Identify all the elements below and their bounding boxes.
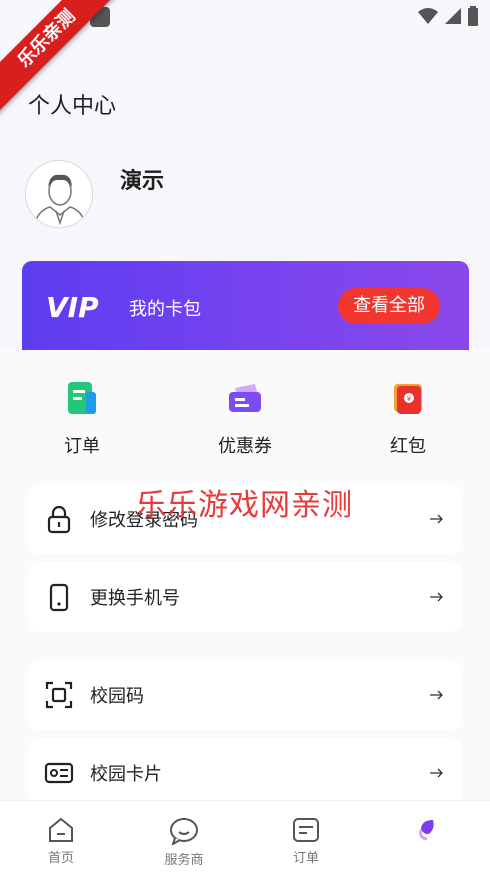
- bottom-tab-bar: 首页 服务商 订单: [0, 800, 490, 872]
- tab-home[interactable]: 首页: [21, 817, 101, 866]
- id-card-icon: [44, 762, 74, 784]
- arrow-right-icon: [430, 690, 443, 700]
- profile-tab-icon: [419, 820, 434, 841]
- order-tab-icon: [293, 818, 319, 842]
- scan-code-icon: [45, 681, 73, 709]
- tab-label: 首页: [47, 851, 74, 866]
- quick-action-coupon[interactable]: 优惠券: [185, 378, 305, 458]
- phone-icon: [49, 583, 69, 612]
- coupon-icon: [229, 384, 261, 412]
- chat-bubble-icon: [170, 818, 198, 845]
- vip-card-label: 我的卡包: [129, 299, 201, 320]
- signal-icon: [445, 8, 461, 24]
- view-all-button[interactable]: 查看全部: [338, 288, 440, 324]
- menu-item-change-phone[interactable]: 更换手机号: [28, 562, 462, 632]
- tab-service-provider[interactable]: 服务商: [144, 817, 224, 868]
- menu-item-label: 校园卡片: [90, 764, 162, 785]
- home-icon: [49, 817, 73, 842]
- username: 演示: [120, 169, 165, 194]
- svg-text:¥: ¥: [407, 395, 412, 403]
- quick-action-red-packet[interactable]: ¥ 红包: [348, 378, 468, 458]
- quick-action-label: 优惠券: [218, 436, 272, 457]
- arrow-right-icon: [430, 592, 443, 602]
- quick-action-order[interactable]: 订单: [22, 378, 142, 458]
- lock-icon: [47, 505, 71, 534]
- vip-card[interactable]: VIP 我的卡包 查看全部: [22, 261, 469, 361]
- red-packet-icon: ¥: [394, 384, 422, 414]
- svg-text:VIP: VIP: [46, 291, 99, 321]
- menu-item-label: 更换手机号: [90, 588, 180, 609]
- menu-item-label: 校园码: [90, 686, 144, 707]
- quick-action-label: 订单: [64, 436, 100, 457]
- status-indicators: [418, 6, 478, 26]
- tab-profile[interactable]: [388, 817, 468, 847]
- menu-item-campus-card[interactable]: 校园卡片: [28, 738, 462, 808]
- page-title: 个人中心: [28, 94, 117, 119]
- avatar[interactable]: [25, 160, 93, 228]
- center-watermark: 乐乐游戏网亲测: [136, 488, 353, 523]
- menu-item-campus-code[interactable]: 校园码: [28, 660, 462, 730]
- tab-label: 订单: [292, 851, 319, 866]
- quick-action-label: 红包: [390, 436, 426, 457]
- battery-icon: [468, 6, 478, 26]
- tab-label: 服务商: [164, 853, 204, 868]
- tab-order[interactable]: 订单: [266, 817, 346, 866]
- avatar-person-icon: [26, 161, 92, 227]
- wifi-icon: [418, 8, 438, 24]
- order-icon: [68, 382, 96, 414]
- arrow-right-icon: [430, 514, 443, 524]
- vip-logo: VIP: [46, 291, 99, 321]
- arrow-right-icon: [430, 768, 443, 778]
